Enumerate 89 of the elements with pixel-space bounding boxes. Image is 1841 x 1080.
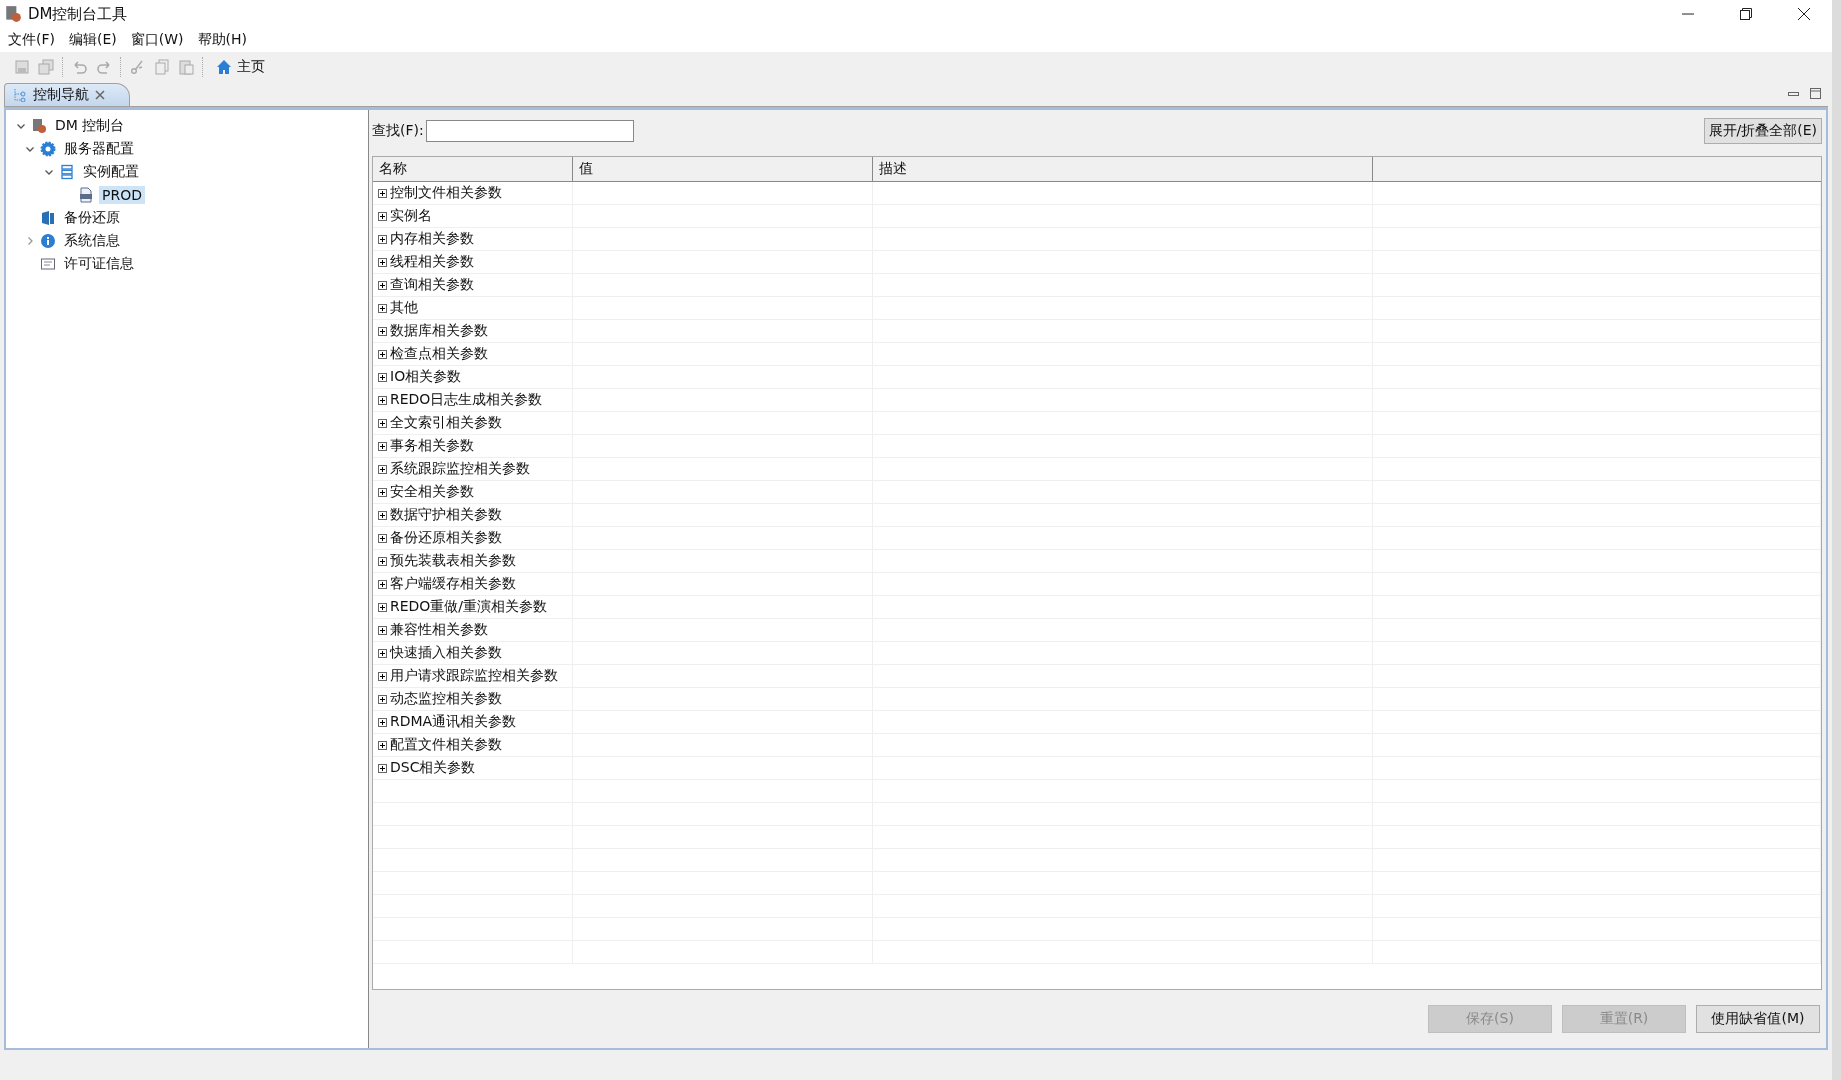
row-label: 快速插入相关参数 xyxy=(390,644,502,662)
expand-icon[interactable] xyxy=(378,510,387,520)
tree-icon xyxy=(13,88,27,102)
expand-icon[interactable] xyxy=(378,280,387,290)
expand-icon[interactable] xyxy=(378,395,387,405)
row-label: 系统跟踪监控相关参数 xyxy=(390,460,530,478)
menu-item[interactable]: 帮助(H) xyxy=(197,31,247,49)
tree-item[interactable]: 许可证信息 xyxy=(61,253,137,274)
expand-icon[interactable] xyxy=(378,441,387,451)
maximize-icon[interactable] xyxy=(1810,88,1822,100)
column-header[interactable]: 描述 xyxy=(873,157,1373,181)
action-button[interactable]: 使用缺省值(M) xyxy=(1696,1005,1820,1033)
menu-item[interactable]: 窗口(W) xyxy=(130,31,184,49)
row-label: 用户请求跟踪监控相关参数 xyxy=(390,667,558,685)
row-label: 数据库相关参数 xyxy=(390,322,488,340)
tree-item[interactable]: 服务器配置 xyxy=(61,138,137,159)
minimize-icon[interactable] xyxy=(1788,90,1800,98)
expand-icon[interactable] xyxy=(378,625,387,635)
expand-icon[interactable] xyxy=(378,211,387,221)
row-label: 安全相关参数 xyxy=(390,483,474,501)
home-button[interactable]: 主页 xyxy=(212,58,269,76)
server-icon xyxy=(31,117,47,134)
expand-icon[interactable] xyxy=(378,418,387,428)
expand-icon[interactable] xyxy=(378,602,387,612)
column-header[interactable]: 名称 xyxy=(373,157,573,181)
menu-item[interactable]: 编辑(E) xyxy=(69,31,117,49)
view-tab[interactable]: 控制导航 xyxy=(4,83,130,106)
row-label: IO相关参数 xyxy=(390,368,462,386)
expand-icon[interactable] xyxy=(378,372,387,382)
expand-icon[interactable] xyxy=(378,648,387,658)
row-label: REDO日志生成相关参数 xyxy=(390,391,543,409)
row-label: REDO重做/重演相关参数 xyxy=(390,598,548,616)
book-icon xyxy=(40,209,56,226)
row-label: 其他 xyxy=(390,299,418,317)
expand-icon[interactable] xyxy=(378,349,387,359)
row-label: 备份还原相关参数 xyxy=(390,529,502,547)
tree-item[interactable]: 系统信息 xyxy=(61,230,123,251)
expand-icon[interactable] xyxy=(378,257,387,267)
app-icon xyxy=(4,5,22,23)
gear-icon xyxy=(40,140,56,157)
column-header[interactable]: 值 xyxy=(573,157,873,181)
tree-item[interactable]: DM 控制台 xyxy=(52,115,128,136)
row-label: 预先装载表相关参数 xyxy=(390,552,516,570)
row-label: 事务相关参数 xyxy=(390,437,474,455)
certificate-icon xyxy=(40,255,56,272)
row-label: 内存相关参数 xyxy=(390,230,474,248)
expand-icon[interactable] xyxy=(378,579,387,589)
close-icon[interactable] xyxy=(1798,8,1810,20)
row-label: 兼容性相关参数 xyxy=(390,621,488,639)
expand-icon[interactable] xyxy=(378,556,387,566)
row-label: 客户端缓存相关参数 xyxy=(390,575,516,593)
expand-icon[interactable] xyxy=(378,717,387,727)
row-label: 实例名 xyxy=(390,207,432,225)
row-label: 全文索引相关参数 xyxy=(390,414,502,432)
expand-icon[interactable] xyxy=(378,326,387,336)
expand-icon[interactable] xyxy=(378,464,387,474)
expand-all-button[interactable]: 展开/折叠全部(E) xyxy=(1703,118,1822,144)
tree-item[interactable]: 实例配置 xyxy=(80,161,142,182)
search-field[interactable] xyxy=(425,120,634,142)
expand-icon[interactable] xyxy=(378,740,387,750)
file-icon xyxy=(78,186,94,203)
row-label: 动态监控相关参数 xyxy=(390,690,502,708)
row-label: 线程相关参数 xyxy=(390,253,474,271)
expand-icon[interactable] xyxy=(378,694,387,704)
tree-item[interactable]: PROD xyxy=(99,185,145,204)
row-label: 查询相关参数 xyxy=(390,276,474,294)
expand-icon[interactable] xyxy=(378,763,387,773)
tab-label: 控制导航 xyxy=(33,86,89,104)
expand-icon[interactable] xyxy=(378,671,387,681)
tree-item[interactable]: 备份还原 xyxy=(61,207,123,228)
row-label: RDMA通讯相关参数 xyxy=(390,713,517,731)
expand-icon[interactable] xyxy=(378,303,387,313)
info-icon xyxy=(40,232,56,249)
row-label: 数据守护相关参数 xyxy=(390,506,502,524)
expand-icon[interactable] xyxy=(378,533,387,543)
chevron-right-icon[interactable] xyxy=(25,235,35,246)
restore-icon[interactable] xyxy=(1740,8,1752,20)
expand-icon[interactable] xyxy=(378,234,387,244)
search-label: 查找(F): xyxy=(372,122,424,140)
expand-icon[interactable] xyxy=(378,188,387,198)
home-icon xyxy=(216,59,232,75)
row-label: 检查点相关参数 xyxy=(390,345,488,363)
row-label: 控制文件相关参数 xyxy=(390,184,502,202)
menu-item[interactable]: 文件(F) xyxy=(8,31,55,49)
window-title: DM控制台工具 xyxy=(28,4,128,24)
expand-icon[interactable] xyxy=(378,487,387,497)
row-label: 配置文件相关参数 xyxy=(390,736,502,754)
row-label: DSC相关参数 xyxy=(390,759,476,777)
list-icon xyxy=(59,163,75,180)
